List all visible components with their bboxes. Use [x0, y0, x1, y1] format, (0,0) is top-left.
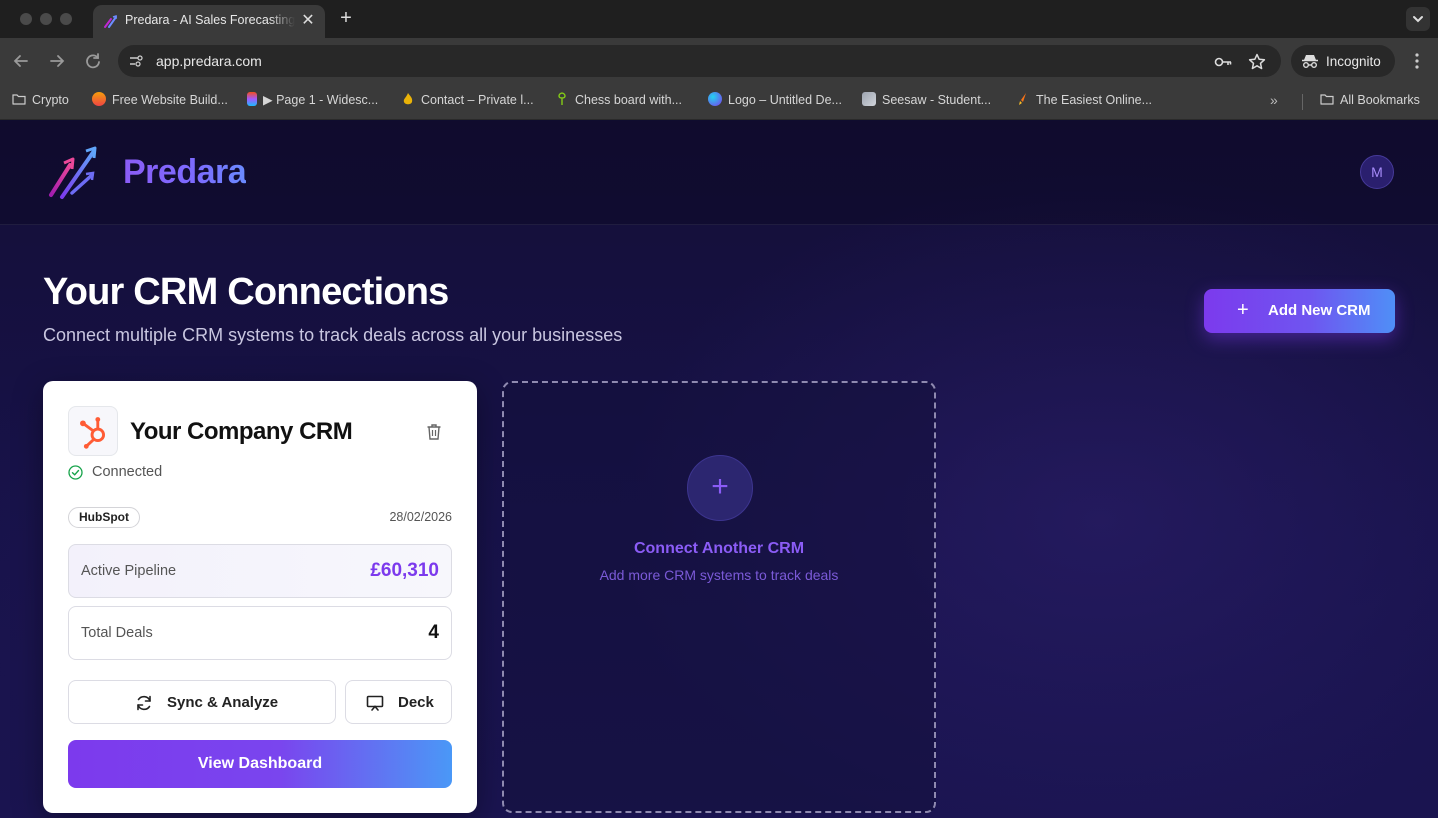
bookmarks-divider — [1302, 94, 1303, 110]
address-bar[interactable]: app.predara.com — [118, 45, 1281, 77]
paint-brush-icon — [1019, 93, 1026, 105]
new-tab-button[interactable]: + — [336, 8, 356, 28]
bookmarks-bar: Crypto Free Website Build... ▶ Page 1 - … — [0, 84, 1438, 120]
bookmark-label: Free Website Build... — [112, 93, 228, 107]
predara-logo-icon[interactable] — [48, 145, 100, 201]
brand-name[interactable]: Predara — [123, 153, 247, 192]
forward-arrow-icon[interactable] — [46, 50, 68, 72]
view-dashboard-label: View Dashboard — [197, 755, 323, 772]
app-header: Predara M — [0, 121, 1438, 225]
bookmark-label: ▶ Page 1 - Widesc... — [263, 93, 379, 107]
sync-analyze-button[interactable]: Sync & Analyze — [68, 680, 336, 724]
deck-button[interactable]: Deck — [345, 680, 452, 724]
bookmark-label: The Easiest Online... — [1036, 93, 1153, 107]
connect-subtitle: Add more CRM systems to track deals — [599, 567, 839, 583]
browser-tab-active[interactable]: Predara - AI Sales Forecasting ✕ — [93, 5, 325, 38]
chevron-down-icon — [1413, 16, 1423, 23]
trash-icon[interactable] — [426, 423, 442, 440]
flame-icon — [403, 93, 413, 105]
view-dashboard-button[interactable]: View Dashboard — [68, 740, 452, 788]
bookmark-label: Logo – Untitled De... — [728, 93, 842, 107]
incognito-label: Incognito — [1326, 54, 1381, 69]
provider-badge: HubSpot — [68, 507, 140, 528]
bookmark-item[interactable]: Chess board with... — [555, 92, 682, 112]
crm-connection-card: Your Company CRM Connected HubSpot 28/02… — [43, 381, 477, 813]
reload-icon[interactable] — [82, 50, 104, 72]
predara-favicon-icon — [104, 14, 117, 28]
add-new-crm-label: Add New CRM — [1268, 302, 1371, 319]
metric-label: Active Pipeline — [81, 563, 177, 579]
crm-name: Your Company CRM — [130, 418, 353, 445]
password-key-icon[interactable] — [1214, 53, 1232, 71]
connection-status: Connected — [92, 464, 163, 480]
plus-icon: + — [711, 470, 729, 503]
sync-analyze-label: Sync & Analyze — [167, 694, 279, 711]
metric-value: 4 — [428, 622, 439, 643]
add-new-crm-button[interactable]: + Add New CRM — [1204, 289, 1395, 333]
seesaw-icon — [862, 92, 876, 106]
app-viewport: Predara M Your CRM Connections Connect m… — [0, 121, 1438, 818]
figma-icon — [247, 92, 257, 106]
tab-close-icon[interactable]: ✕ — [299, 12, 317, 30]
bookmark-item[interactable]: Logo – Untitled De... — [708, 92, 842, 112]
back-arrow-icon[interactable] — [10, 50, 32, 72]
all-bookmarks-button[interactable]: All Bookmarks — [1320, 92, 1420, 112]
deck-label: Deck — [398, 694, 434, 711]
page-title: Your CRM Connections — [43, 271, 449, 313]
metric-label: Total Deals — [81, 625, 153, 641]
hubspot-sprocket-icon — [80, 417, 105, 449]
bookmark-item[interactable]: ▶ Page 1 - Widesc... — [247, 92, 378, 112]
add-circle-button[interactable]: + — [687, 455, 753, 521]
bookmark-label: Chess board with... — [575, 93, 682, 107]
user-avatar[interactable]: M — [1360, 155, 1394, 189]
plus-icon: + — [1237, 299, 1249, 321]
folder-icon — [1320, 94, 1334, 105]
more-bookmarks-icon[interactable]: » — [1270, 92, 1278, 108]
bookmark-star-icon[interactable] — [1248, 53, 1266, 71]
browser-toolbar: app.predara.com Incognito — [0, 38, 1438, 84]
site-favicon-icon — [92, 92, 106, 106]
check-circle-icon — [68, 465, 83, 480]
leaf-icon — [558, 92, 566, 105]
tab-title: Predara - AI Sales Forecasting — [125, 13, 295, 27]
bookmark-label: Contact – Private l... — [421, 93, 534, 107]
site-settings-icon[interactable] — [128, 53, 144, 69]
bookmark-item[interactable]: Crypto — [12, 92, 69, 112]
window-zoom-dot[interactable] — [60, 13, 72, 25]
canva-icon — [708, 92, 722, 106]
browser-menu-icon[interactable] — [1409, 50, 1425, 72]
refresh-icon — [137, 695, 151, 711]
metric-value: £60,310 — [370, 560, 439, 581]
all-bookmarks-label: All Bookmarks — [1340, 93, 1420, 107]
url-text[interactable]: app.predara.com — [156, 53, 262, 69]
last-synced-date: 28/02/2026 — [389, 510, 452, 524]
bookmark-item[interactable]: Free Website Build... — [92, 92, 228, 112]
hubspot-logo — [68, 406, 118, 456]
window-minimize-dot[interactable] — [40, 13, 52, 25]
active-pipeline-metric: Active Pipeline £60,310 — [68, 544, 452, 598]
total-deals-metric: Total Deals 4 — [68, 606, 452, 660]
bookmark-item[interactable]: The Easiest Online... — [1016, 92, 1152, 112]
window-close-dot[interactable] — [20, 13, 32, 25]
incognito-icon — [1302, 55, 1318, 68]
bookmark-item[interactable]: Contact – Private l... — [401, 92, 534, 112]
bookmark-item[interactable]: Seesaw - Student... — [862, 92, 991, 112]
bookmark-label: Crypto — [32, 93, 69, 107]
tab-search-button[interactable] — [1406, 7, 1430, 31]
presentation-icon — [366, 695, 384, 711]
incognito-profile-button[interactable]: Incognito — [1291, 45, 1395, 77]
page-subtitle: Connect multiple CRM systems to track de… — [43, 325, 623, 345]
bookmark-label: Seesaw - Student... — [882, 93, 992, 107]
connect-title: Connect Another CRM — [633, 540, 805, 557]
folder-icon — [12, 94, 26, 105]
connect-another-crm-card[interactable]: + Connect Another CRM Add more CRM syste… — [502, 381, 936, 813]
browser-tab-bar: Predara - AI Sales Forecasting ✕ + — [0, 0, 1438, 38]
